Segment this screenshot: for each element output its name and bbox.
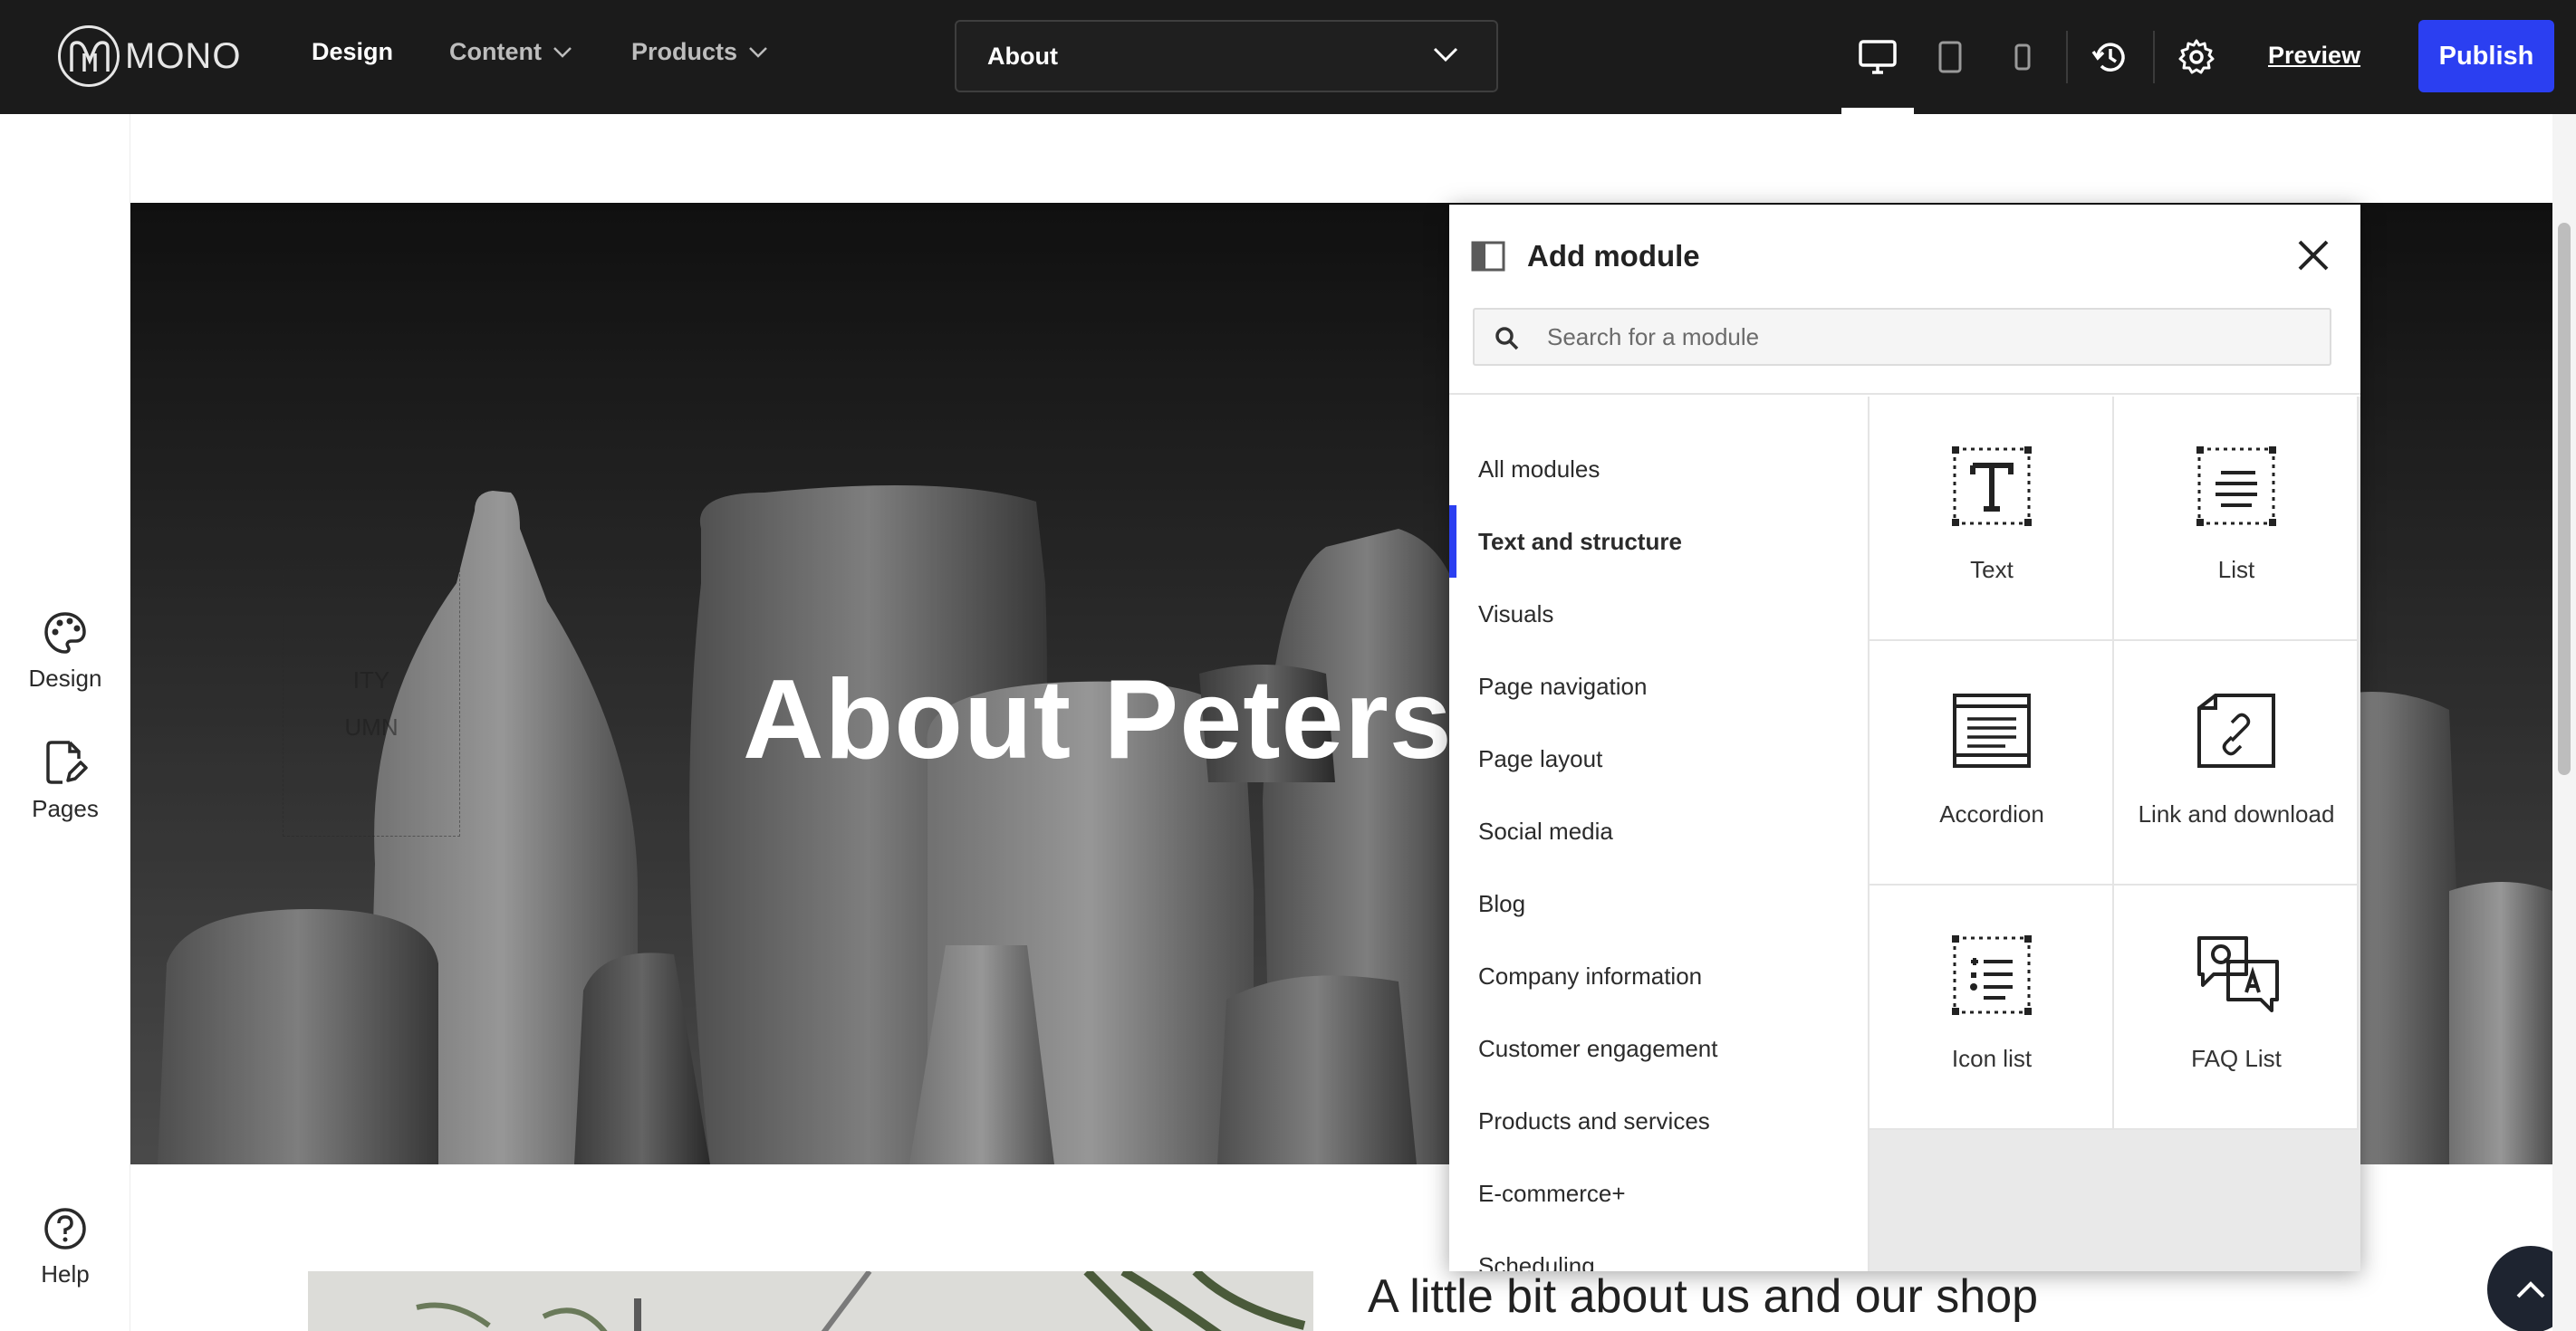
chevron-down-icon bbox=[553, 46, 572, 58]
category-scheduling[interactable]: Scheduling bbox=[1449, 1230, 1868, 1272]
faq-module-icon bbox=[2197, 936, 2279, 1012]
link-download-module-icon bbox=[2197, 694, 2275, 768]
category-social-media[interactable]: Social media bbox=[1449, 795, 1868, 867]
category-visuals[interactable]: Visuals bbox=[1449, 578, 1868, 650]
chevron-down-icon bbox=[749, 46, 767, 58]
module-tile-text[interactable]: Text bbox=[1870, 397, 2114, 641]
sidebar-item-design[interactable]: Design bbox=[0, 610, 130, 693]
empty-column-placeholder[interactable]: ITY UMN bbox=[283, 565, 460, 837]
publish-button[interactable]: Publish bbox=[2418, 20, 2554, 92]
nav-design[interactable]: Design bbox=[312, 38, 393, 66]
category-customer-engagement[interactable]: Customer engagement bbox=[1449, 1012, 1868, 1085]
panel-toggle-icon[interactable] bbox=[1471, 241, 1505, 272]
palette-icon bbox=[44, 612, 86, 654]
page-edit-icon bbox=[46, 741, 88, 784]
top-bar: MONO Design Content Products About Previ… bbox=[0, 0, 2576, 114]
tablet-view-button[interactable] bbox=[1929, 36, 1971, 78]
desktop-view-button[interactable] bbox=[1857, 36, 1898, 78]
module-label-accordion: Accordion bbox=[1939, 800, 2044, 828]
history-icon bbox=[2091, 43, 2125, 72]
nav-design-label: Design bbox=[312, 38, 394, 65]
module-search-box[interactable] bbox=[1473, 308, 2331, 366]
module-label-faq-list: FAQ List bbox=[2191, 1045, 2282, 1072]
sidebar-design-label: Design bbox=[28, 665, 102, 692]
category-blog[interactable]: Blog bbox=[1449, 867, 1868, 940]
plant-image bbox=[308, 1271, 1313, 1331]
module-label-link-and-download: Link and download bbox=[2138, 800, 2335, 828]
empty-column-line1: ITY bbox=[352, 666, 390, 694]
category-e-commerce-plus[interactable]: E-commerce+ bbox=[1449, 1157, 1868, 1230]
sidebar-pages-label: Pages bbox=[32, 795, 99, 822]
accordion-module-icon bbox=[1953, 694, 2031, 768]
category-company-information[interactable]: Company information bbox=[1449, 940, 1868, 1012]
mobile-view-button[interactable] bbox=[2002, 36, 2043, 78]
module-label-icon-list: Icon list bbox=[1951, 1045, 2033, 1072]
panel-header: Add module bbox=[1449, 205, 2360, 395]
toolbar-divider bbox=[2153, 31, 2155, 83]
preview-link[interactable]: Preview bbox=[2268, 42, 2360, 70]
about-heading: A little bit about us and our shop bbox=[1368, 1270, 2039, 1323]
module-grid: Text List Accordion Link and download Ic… bbox=[1870, 397, 2360, 1271]
module-category-list: All modules Text and structure Visuals P… bbox=[1449, 397, 1870, 1271]
category-products-and-services[interactable]: Products and services bbox=[1449, 1085, 1868, 1157]
mobile-icon bbox=[2014, 43, 2031, 71]
logo-mark-icon bbox=[58, 25, 120, 87]
text-module-icon bbox=[1952, 446, 2032, 526]
scrollbar-thumb[interactable] bbox=[2558, 223, 2571, 775]
toolbar-divider bbox=[2066, 31, 2068, 83]
mono-logo[interactable]: MONO bbox=[58, 24, 241, 89]
page-select-value: About bbox=[987, 42, 1058, 70]
category-text-and-structure[interactable]: Text and structure bbox=[1449, 505, 1868, 578]
close-icon[interactable] bbox=[2295, 237, 2331, 273]
help-icon bbox=[44, 1208, 86, 1250]
active-device-indicator bbox=[1841, 108, 1914, 114]
left-sidebar: Design Pages Help bbox=[0, 114, 130, 1331]
search-icon bbox=[1495, 327, 1519, 350]
module-tile-link-and-download[interactable]: Link and download bbox=[2114, 641, 2359, 886]
nav-content-label: Content bbox=[449, 38, 542, 65]
desktop-icon bbox=[1859, 40, 1897, 74]
list-module-icon bbox=[2196, 446, 2276, 526]
brand-name: MONO bbox=[125, 35, 242, 76]
module-label-list: List bbox=[2217, 556, 2255, 583]
module-label-text: Text bbox=[1970, 556, 2014, 583]
category-page-layout[interactable]: Page layout bbox=[1449, 723, 1868, 795]
page-select-dropdown[interactable]: About bbox=[955, 20, 1498, 92]
sidebar-item-help[interactable]: Help bbox=[0, 1206, 130, 1288]
nav-products-label: Products bbox=[631, 38, 738, 65]
icon-list-module-icon bbox=[1952, 935, 2032, 1015]
module-tile-list[interactable]: List bbox=[2114, 397, 2359, 641]
category-all-modules[interactable]: All modules bbox=[1449, 433, 1868, 505]
panel-title: Add module bbox=[1527, 239, 1700, 273]
gear-icon bbox=[2178, 39, 2215, 74]
history-button[interactable] bbox=[2089, 36, 2130, 78]
sidebar-help-label: Help bbox=[41, 1260, 90, 1288]
module-tile-icon-list[interactable]: Icon list bbox=[1870, 886, 2114, 1130]
category-page-navigation[interactable]: Page navigation bbox=[1449, 650, 1868, 723]
settings-button[interactable] bbox=[2176, 36, 2217, 78]
chevron-up-icon bbox=[2516, 1281, 2545, 1298]
tablet-icon bbox=[1938, 41, 1962, 73]
chevron-down-icon bbox=[1433, 47, 1458, 62]
nav-products[interactable]: Products bbox=[631, 38, 768, 66]
module-tile-faq-list[interactable]: FAQ List bbox=[2114, 886, 2359, 1130]
module-tile-accordion[interactable]: Accordion bbox=[1870, 641, 2114, 886]
about-image bbox=[308, 1271, 1313, 1331]
empty-column-line2: UMN bbox=[344, 713, 399, 741]
hero-title: About Peters bbox=[743, 657, 1453, 782]
add-module-panel: Add module All modules Text and structur… bbox=[1449, 205, 2360, 1271]
sidebar-item-pages[interactable]: Pages bbox=[0, 739, 130, 823]
module-search-input[interactable] bbox=[1547, 310, 2317, 364]
nav-content[interactable]: Content bbox=[449, 38, 572, 66]
page-scrollbar[interactable] bbox=[2552, 114, 2576, 1331]
